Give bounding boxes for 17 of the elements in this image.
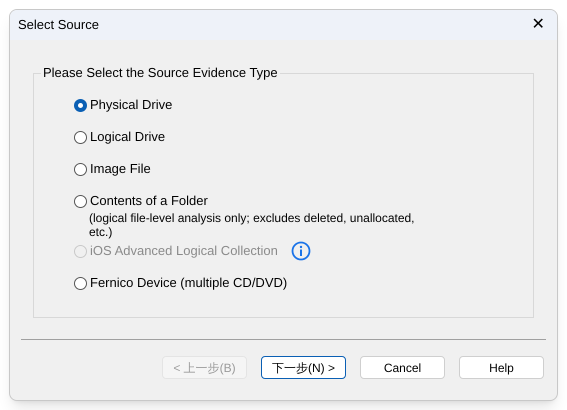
option-label: iOS Advanced Logical Collection (90, 242, 278, 260)
radio-button[interactable] (74, 98, 87, 112)
dialog-button[interactable]: Cancel (360, 356, 445, 379)
radio-button[interactable] (74, 162, 87, 176)
radio-button[interactable] (74, 276, 87, 290)
dialog-button[interactable]: Help (459, 356, 544, 379)
window-title: Select Source (18, 16, 99, 34)
option-label: Physical Drive (90, 96, 172, 114)
option-label: Image File (90, 160, 151, 178)
dialog-button[interactable]: 下一步(N) > (261, 356, 346, 379)
option-label: Contents of a Folder (90, 192, 208, 210)
radio-button[interactable] (74, 194, 87, 208)
option-label: Fernico Device (multiple CD/DVD) (90, 274, 288, 292)
close-button[interactable]: ✕ (523, 12, 553, 38)
radio-button[interactable] (74, 130, 87, 144)
option-label: Logical Drive (90, 128, 166, 146)
option-note: (logical file-level analysis only; excludes deleted, unallocated, etc.) (89, 211, 416, 239)
